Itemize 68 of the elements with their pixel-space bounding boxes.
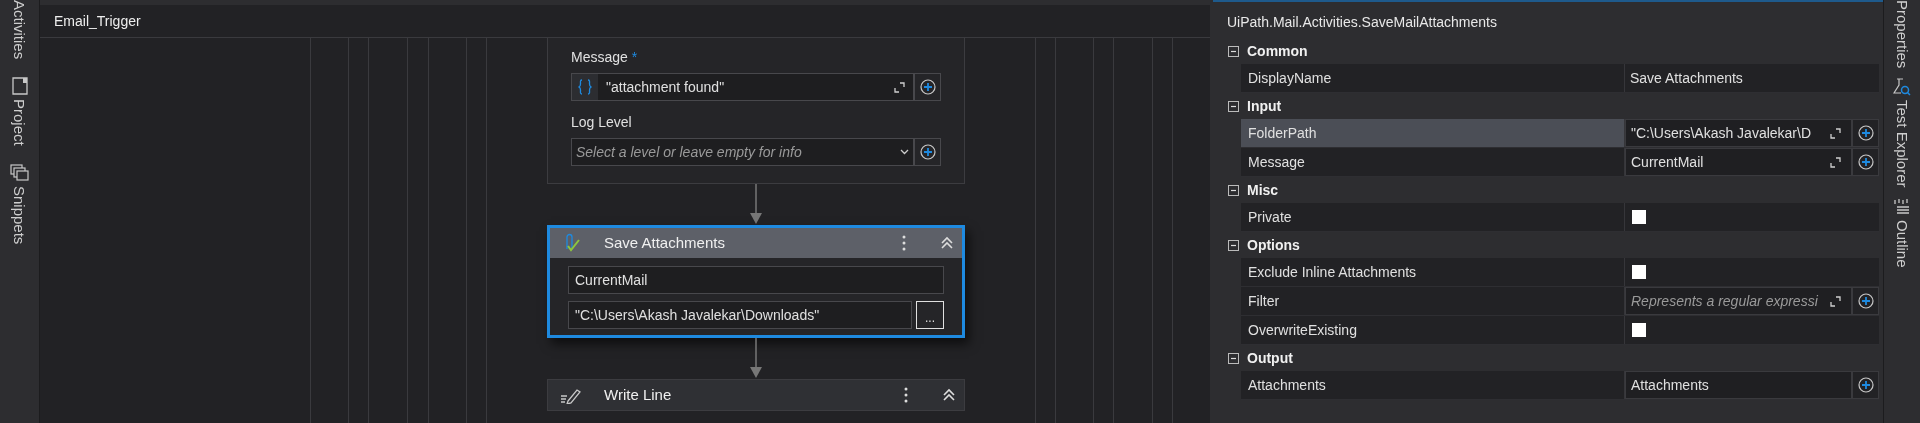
collapse-icon[interactable]	[940, 236, 954, 250]
connector-arrow	[749, 184, 763, 225]
panel-title: UiPath.Mail.Activities.SaveMailAttachments	[1227, 12, 1497, 32]
expand-icon[interactable]	[894, 81, 905, 93]
expand-icon[interactable]	[1830, 127, 1841, 139]
field-label: Message	[571, 47, 628, 67]
collapse-icon[interactable]	[1228, 352, 1239, 364]
input-field[interactable]: CurrentMail	[1625, 148, 1852, 176]
document-tab[interactable]: Email_Trigger	[54, 10, 141, 32]
collapse-icon[interactable]	[1228, 100, 1239, 112]
expand-icon[interactable]	[1830, 156, 1841, 168]
property-label[interactable]: Exclude Inline Attachments	[1241, 258, 1625, 286]
braces-icon	[578, 79, 592, 95]
property-label[interactable]: DisplayName	[1241, 64, 1625, 92]
collapse-icon[interactable]	[1228, 45, 1239, 57]
property-label[interactable]: Attachments	[1241, 371, 1625, 399]
activity-title: Write Line	[604, 384, 673, 405]
property-label[interactable]: Filter	[1241, 287, 1625, 315]
collapse-icon[interactable]	[1228, 239, 1239, 251]
connector-arrow	[749, 338, 763, 379]
input-field[interactable]: "attachment found"	[571, 73, 914, 101]
section-header: Options	[1247, 235, 1300, 255]
side-tab[interactable]: Test Explorer	[1890, 100, 1914, 188]
input-field[interactable]: "C:\Users\Akash Javalekar\Downloads"	[568, 301, 912, 329]
add-icon[interactable]	[919, 79, 936, 95]
checkbox[interactable]	[1632, 265, 1646, 279]
section-header: Misc	[1247, 180, 1279, 200]
checkbox[interactable]	[1632, 210, 1646, 224]
add-icon[interactable]	[1857, 377, 1874, 393]
input-field[interactable]: Represents a regular expressi	[1625, 287, 1852, 315]
add-icon[interactable]	[1857, 293, 1874, 309]
side-tab[interactable]: Outline	[1890, 219, 1914, 268]
activity-title: Save Attachments	[604, 232, 726, 253]
property-label[interactable]: Private	[1241, 203, 1625, 231]
input-field[interactable]: Attachments	[1625, 371, 1852, 399]
add-icon[interactable]	[1857, 125, 1874, 141]
activity-card[interactable]: Save Attachments CurrentMail "C:\Users\Akash Javalekar\Downloads" ...	[547, 225, 965, 338]
add-icon[interactable]	[1857, 154, 1874, 170]
side-tab[interactable]: Activities	[8, 0, 31, 60]
field-value: "attachment found"	[605, 77, 726, 97]
add-icon[interactable]	[919, 144, 936, 160]
side-tab[interactable]: Snippets	[8, 185, 31, 245]
checkbox[interactable]	[1632, 323, 1646, 337]
required-marker: *	[631, 47, 638, 67]
side-tab[interactable]: Properties	[1890, 0, 1914, 69]
input-field[interactable]: "C:\Users\Akash Javalekar\D	[1625, 119, 1852, 147]
section-header: Output	[1247, 348, 1293, 368]
section-header: Common	[1247, 41, 1308, 61]
activity-card[interactable]: Write Line	[547, 379, 965, 411]
stacked-windows-icon	[9, 163, 30, 182]
more-icon[interactable]	[904, 387, 908, 403]
expand-icon[interactable]	[1830, 295, 1841, 307]
document-icon	[11, 77, 28, 96]
outline-icon	[1893, 197, 1911, 216]
field-label: Log Level	[571, 112, 632, 132]
dropdown-field[interactable]: Select a level or leave empty for info	[571, 138, 914, 166]
more-icon[interactable]	[902, 235, 906, 251]
property-label[interactable]: OverwriteExisting	[1241, 316, 1625, 344]
property-label[interactable]: FolderPath	[1241, 119, 1625, 147]
property-label[interactable]: Message	[1241, 148, 1625, 176]
chevron-down-icon	[900, 149, 909, 155]
collapse-icon[interactable]	[1228, 184, 1239, 196]
input-field[interactable]: CurrentMail	[568, 266, 944, 294]
section-header: Input	[1247, 96, 1282, 116]
flask-search-icon	[1893, 78, 1911, 97]
collapse-icon[interactable]	[942, 388, 956, 402]
side-tab[interactable]: Project	[8, 99, 31, 146]
browse-button[interactable]: ...	[916, 301, 944, 329]
